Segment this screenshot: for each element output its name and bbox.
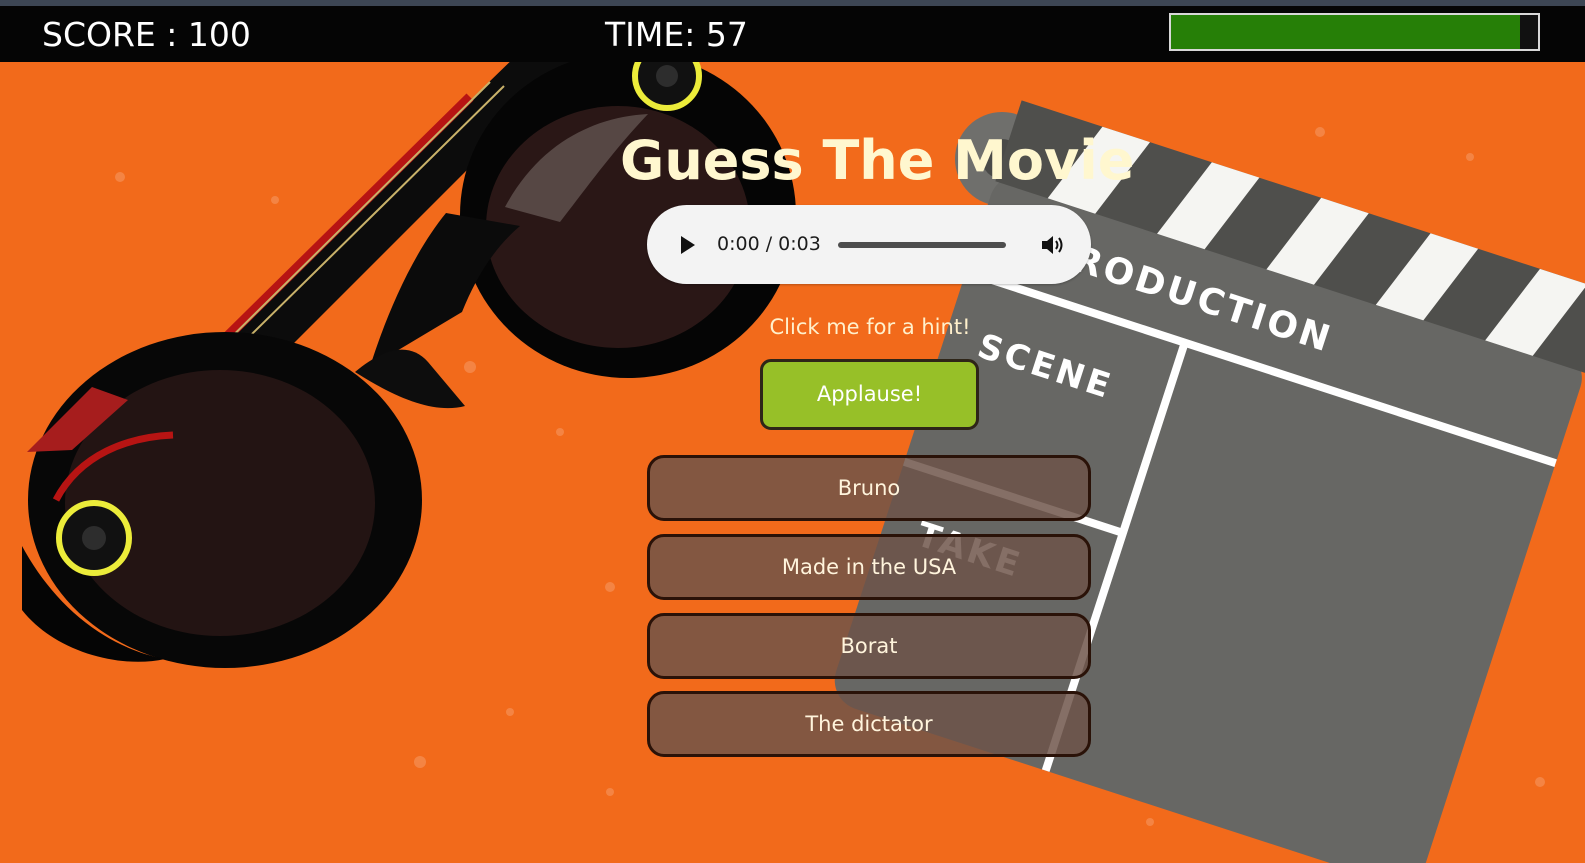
audio-time-display: 0:00 / 0:03 — [717, 233, 821, 255]
answer-option-borat[interactable]: Borat — [647, 613, 1091, 679]
audio-seek-bar[interactable] — [838, 242, 1006, 248]
answer-option-bruno[interactable]: Bruno — [647, 455, 1091, 521]
volume-icon — [1042, 236, 1063, 254]
answer-option-the-dictator[interactable]: The dictator — [647, 691, 1091, 757]
answer-option-made-in-the-usa[interactable]: Made in the USA — [647, 534, 1091, 600]
audio-player[interactable]: 0:00 / 0:03 — [647, 205, 1091, 284]
game-header: SCORE : 100 TIME: 57 — [0, 6, 1585, 62]
page-title: Guess The Movie — [620, 129, 1135, 192]
play-icon — [681, 236, 695, 254]
play-button[interactable] — [679, 235, 697, 255]
timer-label: TIME: 57 — [605, 15, 748, 54]
time-progress-bar — [1169, 13, 1540, 51]
volume-button[interactable] — [1039, 232, 1065, 258]
time-progress-fill — [1171, 15, 1520, 49]
score-label: SCORE : 100 — [42, 15, 251, 54]
hint-button[interactable]: Applause! — [760, 359, 979, 430]
hint-link[interactable]: Click me for a hint! — [620, 313, 1120, 341]
